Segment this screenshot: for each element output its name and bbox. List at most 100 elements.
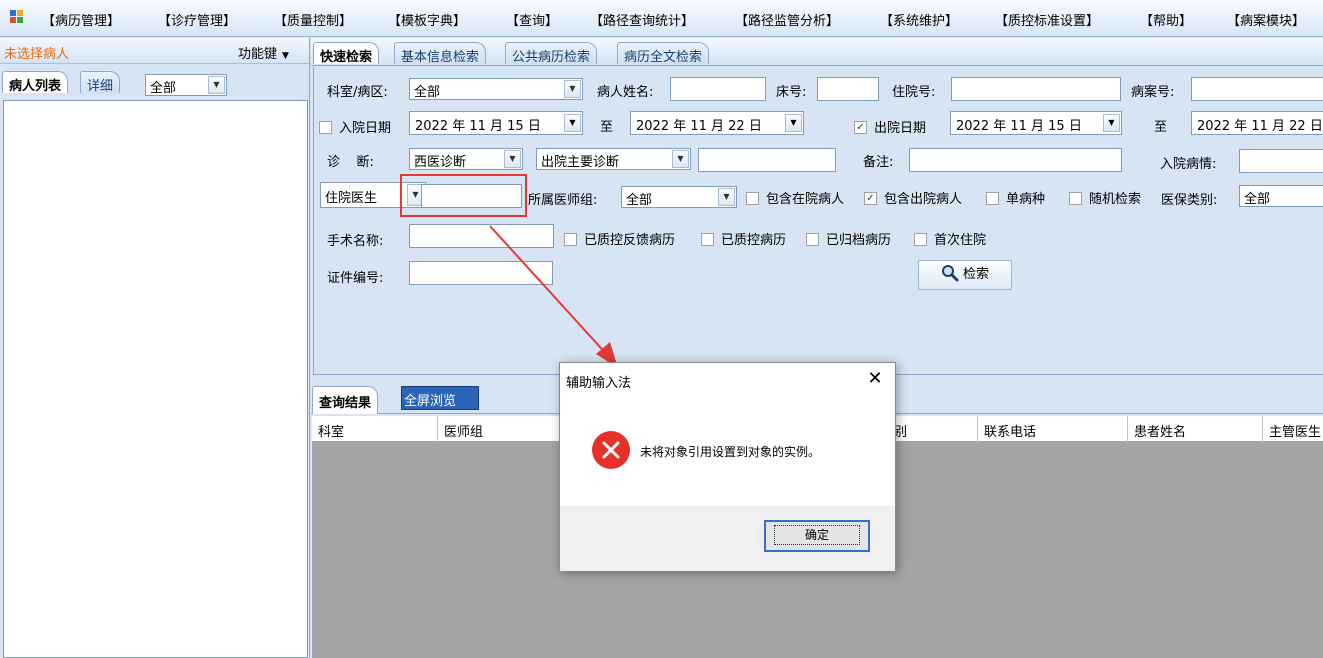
case-no-label: 病案号: [1131, 85, 1175, 100]
doctor-type-value: 住院医生 [325, 191, 378, 206]
discharge-date-label: 出院日期 [874, 121, 927, 136]
dropdown-arrow-icon[interactable]: ▼ [564, 80, 581, 98]
dialog-title: 辅助输入法 [566, 376, 632, 391]
admit-date-from[interactable]: 2022 年 11 月 15 日 ▼ [409, 111, 583, 135]
patient-filter-value: 全部 [150, 81, 177, 96]
tab-basic-info-search[interactable]: 基本信息检索 [394, 42, 487, 65]
archived-label: 已归档病历 [826, 233, 892, 248]
tab-query-result[interactable]: 查询结果 [312, 386, 379, 414]
diagnosis-scope-select[interactable]: 出院主要诊断 ▼ [536, 148, 691, 170]
admit-date-to-value: 2022 年 11 月 22 日 [636, 119, 762, 134]
id-no-input[interactable] [409, 261, 553, 285]
single-disease-label: 单病种 [1006, 192, 1046, 207]
dialog-message: 未将对象引用设置到对象的实例。 [640, 445, 821, 459]
close-icon[interactable]: ✕ [864, 369, 886, 391]
column-header[interactable]: 主管医生 [1262, 416, 1323, 442]
patient-name-input[interactable] [670, 77, 766, 101]
admit-date-to[interactable]: 2022 年 11 月 22 日 ▼ [630, 111, 804, 135]
ok-button[interactable]: 确定 [764, 520, 870, 552]
no-patient-label: 未选择病人 [4, 47, 70, 62]
left-panel-header: 未选择病人 功能键 ▼ [0, 38, 309, 64]
caret-down-icon: ▼ [282, 51, 289, 61]
discharge-date-from[interactable]: 2022 年 11 月 15 日 ▼ [950, 111, 1122, 135]
tab-quick-search[interactable]: 快速检索 [313, 42, 380, 65]
search-button[interactable]: 检索 [918, 260, 1012, 290]
first-admission-checkbox[interactable] [914, 233, 927, 246]
menu-path-stats[interactable]: 【路径查询统计】 [590, 10, 694, 29]
dept-select[interactable]: 全部 ▼ [409, 78, 583, 100]
archived-checkbox[interactable] [806, 233, 819, 246]
id-no-label: 证件编号: [327, 271, 384, 286]
search-form: 科室/病区: 全部 ▼ 病人姓名: 床号: 住院号: 病案号: 入院日期 202… [313, 67, 1323, 375]
to-label: 至 [1154, 120, 1168, 135]
function-key-label: 功能键 [238, 47, 278, 62]
patient-filter-select[interactable]: 全部 ▼ [145, 74, 227, 96]
insurance-value: 全部 [1244, 192, 1271, 207]
column-header[interactable]: 别 [887, 416, 977, 442]
menu-path-analysis[interactable]: 【路径监管分析】 [735, 10, 839, 29]
first-admission-label: 首次住院 [934, 233, 987, 248]
doctor-group-select[interactable]: 全部 ▼ [621, 186, 737, 208]
insurance-select[interactable]: 全部 [1239, 185, 1323, 207]
remark-input[interactable] [909, 148, 1122, 172]
fullscreen-browse-tab[interactable]: 全屏浏览 [401, 386, 479, 410]
calendar-dropdown-icon[interactable]: ▼ [1103, 114, 1120, 132]
calendar-dropdown-icon[interactable]: ▼ [785, 114, 802, 132]
to-label: 至 [600, 120, 614, 135]
random-search-label: 随机检索 [1089, 192, 1142, 207]
admit-date-checkbox[interactable] [319, 121, 332, 134]
diagnosis-type-value: 西医诊断 [414, 155, 467, 170]
annotation-highlight-box [400, 174, 527, 217]
menu-template-dict[interactable]: 【模板字典】 [388, 10, 466, 29]
dropdown-arrow-icon[interactable]: ▼ [718, 188, 735, 206]
doctor-group-label: 所属医师组: [528, 193, 598, 208]
discharge-date-from-value: 2022 年 11 月 15 日 [956, 119, 1082, 134]
column-header[interactable]: 患者姓名 [1127, 416, 1262, 442]
single-disease-checkbox[interactable] [986, 192, 999, 205]
menu-qc-standards[interactable]: 【质控标准设置】 [995, 10, 1099, 29]
inpatient-no-input[interactable] [951, 77, 1121, 101]
tab-patient-list[interactable]: 病人列表 [2, 71, 69, 94]
error-dialog: 辅助输入法 ✕ 未将对象引用设置到对象的实例。 确定 [559, 362, 896, 571]
menu-query[interactable]: 【查询】 [506, 10, 558, 29]
dept-label: 科室/病区: [327, 85, 388, 100]
menu-system[interactable]: 【系统维护】 [880, 10, 958, 29]
search-button-label: 检索 [962, 267, 989, 282]
menu-quality-control[interactable]: 【质量控制】 [274, 10, 352, 29]
admit-date-label: 入院日期 [339, 121, 392, 136]
column-header[interactable]: 联系电话 [977, 416, 1127, 442]
menu-medical-record[interactable]: 【病历管理】 [42, 10, 120, 29]
calendar-dropdown-icon[interactable]: ▼ [564, 114, 581, 132]
dropdown-arrow-icon[interactable]: ▼ [208, 76, 225, 94]
surgery-input[interactable] [409, 224, 554, 248]
tab-public-record-search[interactable]: 公共病历检索 [505, 42, 598, 65]
case-no-input[interactable] [1191, 77, 1323, 101]
include-inpatient-checkbox[interactable] [746, 192, 759, 205]
error-icon [592, 431, 630, 469]
qc-done-label: 已质控病历 [721, 233, 787, 248]
dropdown-arrow-icon[interactable]: ▼ [504, 150, 521, 168]
dropdown-arrow-icon[interactable]: ▼ [672, 150, 689, 168]
inpatient-no-label: 住院号: [892, 85, 936, 100]
diagnosis-type-select[interactable]: 西医诊断 ▼ [409, 148, 523, 170]
random-search-checkbox[interactable] [1069, 192, 1082, 205]
diagnosis-label: 诊 断: [327, 155, 374, 170]
menu-diagnosis[interactable]: 【诊疗管理】 [158, 10, 236, 29]
menu-bar: 【病历管理】 【诊疗管理】 【质量控制】 【模板字典】 【查询】 【路径查询统计… [0, 0, 1323, 37]
discharge-date-checkbox[interactable]: ✓ [854, 121, 867, 134]
tab-detail[interactable]: 详细 [80, 71, 121, 94]
column-header[interactable]: 科室 [312, 416, 437, 442]
admit-condition-input[interactable] [1239, 149, 1323, 173]
qc-feedback-checkbox[interactable] [564, 233, 577, 246]
qc-done-checkbox[interactable] [701, 233, 714, 246]
tab-fulltext-search[interactable]: 病历全文检索 [617, 42, 710, 65]
menu-case-module[interactable]: 【病案模块】 [1227, 10, 1305, 29]
menu-help[interactable]: 【帮助】 [1140, 10, 1192, 29]
patient-list[interactable] [3, 100, 308, 658]
insurance-label: 医保类别: [1161, 193, 1218, 208]
bed-input[interactable] [817, 77, 879, 101]
diagnosis-input[interactable] [698, 148, 836, 172]
include-discharged-checkbox[interactable]: ✓ [864, 192, 877, 205]
function-key-menu[interactable]: 功能键 ▼ [238, 43, 289, 62]
discharge-date-to[interactable]: 2022 年 11 月 22 日 [1191, 111, 1323, 135]
